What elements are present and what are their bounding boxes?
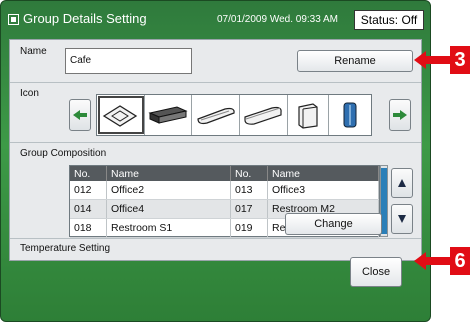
scroll-down-button[interactable] [391,204,413,234]
table-cell: Office2 [106,181,231,200]
callout-arrow-icon [414,252,452,270]
column-header: Name [106,166,231,181]
arrow-right-icon [393,110,407,120]
status-badge: Status: Off [354,10,424,30]
table-cell: 019 [230,218,268,238]
page-title: Group Details Setting [23,11,147,26]
close-button[interactable]: Close [350,257,402,287]
icon-label: Icon [20,88,39,99]
title-bar: Group Details Setting 07/01/2009 Wed. 09… [1,1,430,37]
divider [10,238,421,239]
screen: Group Details Setting 07/01/2009 Wed. 09… [0,0,431,322]
table-cell: Office3 [267,181,379,200]
divider [10,82,421,83]
triangle-down-icon [398,215,406,223]
table-cell: 013 [230,181,268,200]
floor-standing-icon[interactable] [288,95,330,135]
icon-selector [96,94,372,136]
window-icon [8,14,19,25]
temperature-setting-label: Temperature Setting [20,243,111,254]
table-row[interactable]: 012 Office2 013 Office3 [70,181,379,200]
icon-next-button[interactable] [389,99,411,131]
name-field[interactable]: Cafe [65,48,192,74]
wall-mounted-icon[interactable] [240,95,288,135]
table-cell: 017 [230,199,268,219]
callout-number: 6 [450,247,470,275]
ceiling-suspended-icon[interactable] [192,95,240,135]
datetime-display: 07/01/2009 Wed. 09:33 AM [217,14,339,25]
ceiling-cassette-4way-icon[interactable] [97,95,145,135]
rename-button[interactable]: Rename [297,50,413,72]
ceiling-concealed-duct-icon[interactable] [145,95,193,135]
table-cell: 014 [70,199,107,219]
arrow-left-icon [73,110,87,120]
table-header-row: No. Name No. Name [70,166,379,181]
triangle-up-icon [398,179,406,187]
table-cell: 018 [70,218,107,238]
name-label: Name [20,46,47,57]
column-header: No. [70,166,107,181]
group-composition-label: Group Composition [20,148,107,159]
scroll-up-button[interactable] [391,168,413,198]
divider [10,142,421,143]
table-cell: 012 [70,181,107,200]
table-cell: Restroom S1 [106,218,231,238]
column-header: No. [230,166,268,181]
table-cell: Office4 [106,199,231,219]
cylinder-unit-icon[interactable] [329,95,371,135]
change-button[interactable]: Change [285,213,382,235]
column-header: Name [267,166,379,181]
callout-number: 3 [450,46,470,74]
callout-arrow-icon [414,51,452,69]
icon-prev-button[interactable] [69,99,91,131]
